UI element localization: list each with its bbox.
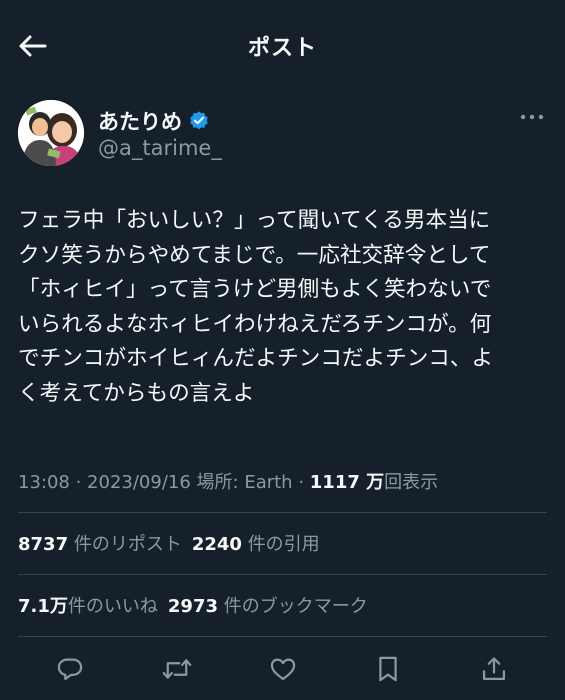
more-dots-icon xyxy=(520,114,544,120)
tweet-date[interactable]: 2023/09/16 xyxy=(87,472,191,493)
stats-row-reposts: 8737 件のリポスト 2240 件の引用 xyxy=(18,530,330,556)
tweet-line: クソ笑うからやめてまじで。一応社交辞令として xyxy=(18,242,491,268)
bookmarks-label: 件のブックマーク xyxy=(223,596,368,617)
share-icon xyxy=(482,657,506,681)
verified-badge-icon xyxy=(190,111,208,130)
page-title: ポスト xyxy=(247,36,317,61)
quotes-stat[interactable]: 2240 件の引用 xyxy=(192,530,320,556)
tweet-line: フェラ中「おいしい？」って聞いてくる男本当に xyxy=(18,208,491,233)
repost-button[interactable] xyxy=(162,654,192,684)
top-bar: ポスト xyxy=(0,0,565,96)
divider xyxy=(18,636,547,637)
likes-label: 件のいいね xyxy=(67,596,158,617)
tweet-line: いられるよなホィヒイわけねえだろチンコが。何 xyxy=(18,311,492,337)
tweet-line: 「ホィヒイ」って言うけど男側もよく笑わないで xyxy=(18,277,492,302)
tweet-text: フェラ中「おいしい？」って聞いてくる男本当に クソ笑うからやめてまじで。一応社交辞… xyxy=(18,204,550,411)
action-bar xyxy=(0,640,565,696)
tweet-author: あたりめ @a_tarime_ xyxy=(18,100,548,168)
repost-icon xyxy=(162,659,192,679)
bookmarks-stat[interactable]: 2973 件のブックマーク xyxy=(168,592,368,618)
divider xyxy=(18,574,547,575)
quotes-label: 件の引用 xyxy=(247,534,320,555)
reply-icon xyxy=(57,658,83,681)
quotes-count: 2240 xyxy=(191,534,242,555)
tweet-location: 場所: Earth xyxy=(196,472,293,493)
user-handle[interactable]: @a_tarime_ xyxy=(98,136,222,160)
views-label: 回表示 xyxy=(384,472,439,493)
tweet-line: でチンコがホイヒィんだよチンコだよチンコ、よ xyxy=(18,346,494,371)
tweet-line: く考えてからもの言えよ xyxy=(18,380,255,406)
like-button[interactable] xyxy=(268,654,298,684)
tweet-meta: 13:08 · 2023/09/16 場所: Earth · 1117 万回表示 xyxy=(18,472,439,493)
bookmark-icon xyxy=(379,656,397,682)
tweet-time[interactable]: 13:08 xyxy=(18,472,70,493)
bookmarks-count: 2973 xyxy=(167,596,218,617)
name-row: あたりめ xyxy=(98,106,210,136)
likes-stat[interactable]: 7.1万件のいいね xyxy=(18,592,158,618)
more-options-button[interactable] xyxy=(518,108,546,126)
bookmark-button[interactable] xyxy=(373,654,403,684)
views-count[interactable]: 1117 万 xyxy=(310,472,384,493)
stats-row-likes: 7.1万件のいいね 2973 件のブックマーク xyxy=(18,592,378,618)
display-name[interactable]: あたりめ xyxy=(98,106,182,136)
reposts-count: 8737 xyxy=(18,534,69,555)
heart-icon xyxy=(270,658,296,681)
reposts-label: 件のリポスト xyxy=(73,534,182,555)
avatar[interactable] xyxy=(18,100,84,166)
reposts-stat[interactable]: 8737 件のリポスト xyxy=(18,530,182,556)
likes-count: 7.1万 xyxy=(18,596,68,617)
share-button[interactable] xyxy=(479,654,509,684)
divider xyxy=(18,512,547,513)
reply-button[interactable] xyxy=(55,654,85,684)
